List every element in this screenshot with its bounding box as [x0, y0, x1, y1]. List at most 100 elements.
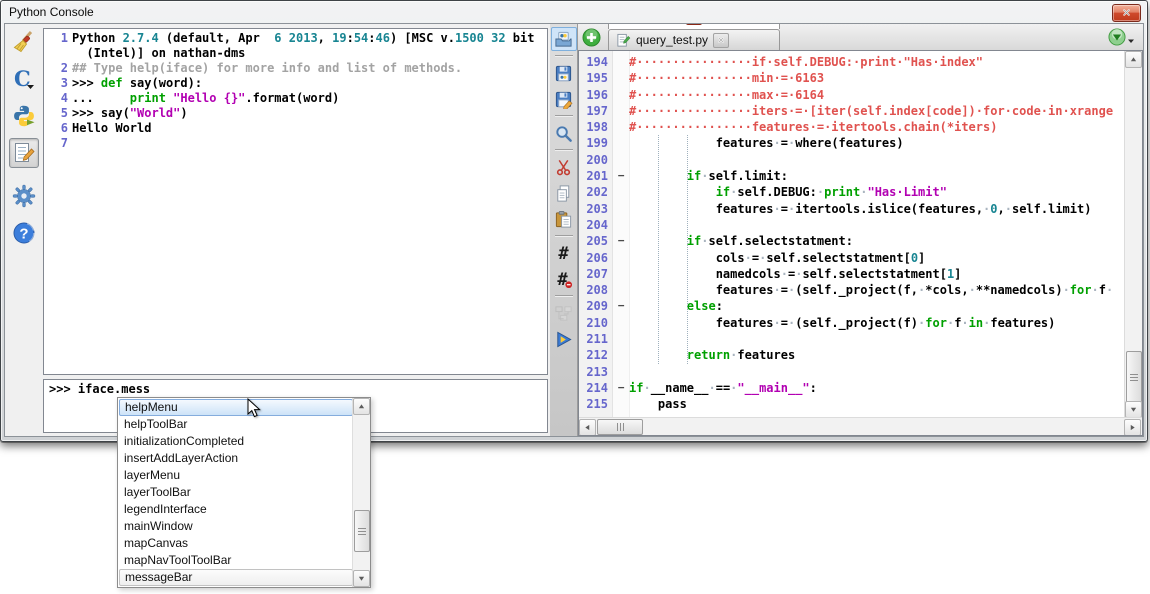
uncomment-button[interactable]: #	[551, 267, 577, 291]
editor-line: 197#················iters·=·[iter(self.i…	[579, 103, 1125, 119]
tab-list-menu-button[interactable]	[1108, 28, 1135, 46]
scroll-up-button[interactable]	[1125, 51, 1142, 68]
editor-line-text: if·self.selectstatment:	[629, 233, 853, 249]
arrow-right-icon	[1129, 424, 1136, 431]
scrollbar-thumb[interactable]	[597, 419, 643, 435]
fold-marker[interactable]: −	[613, 298, 629, 314]
console-output[interactable]: 1Python 2.7.4 (default, Apr 6 2013, 19:5…	[43, 28, 548, 375]
caret-down-icon	[1127, 37, 1135, 46]
fold-marker[interactable]: −	[613, 233, 629, 249]
autocomplete-scrollbar[interactable]	[352, 398, 370, 587]
save-script-button[interactable]	[551, 61, 577, 85]
line-number: 209	[579, 298, 613, 314]
editor-line-text: #················iters·=·[iter(self.inde…	[629, 103, 1113, 119]
editor-panel: ## property_backyard.pyquery.pyquery_tes…	[550, 24, 1143, 436]
line-number: 206	[579, 250, 613, 266]
console-line-text: Hello World	[72, 121, 151, 136]
editor-line-text: #················if·self.DEBUG:·print·"H…	[629, 54, 983, 70]
editor-line: 195#················min·=·6163	[579, 70, 1125, 86]
fold-marker[interactable]: −	[613, 380, 629, 396]
console-prompt: >>>	[49, 382, 78, 396]
help-button[interactable]: ?	[9, 218, 39, 248]
fold-marker[interactable]: −	[613, 168, 629, 184]
tab-close-button[interactable]	[686, 23, 702, 25]
editor-line: 198#················features·=·itertools…	[579, 119, 1125, 135]
arrow-left-icon	[584, 424, 591, 431]
open-script-button[interactable]	[551, 27, 577, 51]
autocomplete-item-mapCanvas[interactable]: mapCanvas	[119, 535, 353, 552]
tab-close-button[interactable]	[713, 33, 729, 48]
autocomplete-item-layerMenu[interactable]: layerMenu	[119, 467, 353, 484]
new-tab-button[interactable]	[582, 28, 601, 47]
fold-marker	[613, 250, 629, 266]
line-number: 195	[579, 70, 613, 86]
editor-line: 205− if·self.selectstatment:	[579, 233, 1125, 249]
line-number: 6	[44, 121, 72, 136]
autocomplete-item-layerToolBar[interactable]: layerToolBar	[119, 484, 353, 501]
editor-line: 212 return·features	[579, 347, 1125, 363]
tab-query_test.py[interactable]: query_test.py	[608, 29, 780, 50]
run-command-button[interactable]	[9, 101, 39, 131]
autocomplete-item-mapNavToolToolBar[interactable]: mapNavToolToolBar	[119, 552, 353, 569]
line-number: 201	[579, 168, 613, 184]
import-class-button[interactable]: C	[9, 64, 39, 94]
comment-button[interactable]: #	[551, 241, 577, 265]
paste-button[interactable]	[551, 207, 577, 231]
editor-line: 199 features·=·where(features)	[579, 135, 1125, 151]
cut-button[interactable]	[551, 155, 577, 179]
script-icon	[616, 33, 631, 48]
scroll-left-button[interactable]	[579, 419, 596, 436]
uncomment-icon: #	[554, 270, 573, 289]
copy-button[interactable]	[551, 181, 577, 205]
run-script-button[interactable]	[551, 327, 577, 351]
line-number: 210	[579, 315, 613, 331]
scroll-up-button[interactable]	[353, 398, 370, 415]
scroll-down-button[interactable]	[1125, 401, 1142, 418]
console-line-text: >>> def say(word):	[72, 76, 202, 91]
line-number: 211	[579, 331, 613, 347]
line-number: 202	[579, 184, 613, 200]
toolbar-separator	[555, 235, 573, 237]
close-button[interactable]	[1112, 4, 1141, 22]
find-text-button[interactable]	[551, 121, 577, 145]
autocomplete-item-helpToolBar[interactable]: helpToolBar	[119, 416, 353, 433]
svg-text:#: #	[558, 244, 569, 263]
line-number: 205	[579, 233, 613, 249]
scroll-right-button[interactable]	[1124, 419, 1141, 436]
editor-line-text: else:	[629, 298, 723, 314]
paste-icon	[554, 210, 573, 229]
editor-vertical-scrollbar[interactable]	[1124, 51, 1142, 418]
scrollbar-thumb[interactable]	[1126, 351, 1142, 403]
fold-marker	[613, 152, 629, 168]
autocomplete-item-helpMenu[interactable]: helpMenu	[119, 399, 353, 416]
scroll-down-button[interactable]	[353, 570, 370, 587]
code-editor[interactable]: 194#················if·self.DEBUG:·print…	[578, 50, 1143, 436]
clear-console-button[interactable]	[9, 27, 39, 57]
show-editor-button[interactable]	[9, 138, 39, 168]
line-number: 199	[579, 135, 613, 151]
editor-line: 210 features·=·(self._project(f)·for·f·i…	[579, 315, 1125, 331]
indent-guide	[658, 135, 659, 364]
line-number: 213	[579, 364, 613, 380]
tab-label: query_test.py	[636, 33, 708, 47]
autocomplete-item-insertAddLayerAction[interactable]: insertAddLayerAction	[119, 450, 353, 467]
toolbar-separator	[555, 295, 573, 297]
save-script-as-button[interactable]	[551, 87, 577, 111]
python-console-window: Python Console C? 1Python 2.7.4 (default…	[0, 0, 1148, 442]
autocomplete-item-legendInterface[interactable]: legendInterface	[119, 501, 353, 518]
editor-line: 201− if·self.limit:	[579, 168, 1125, 184]
autocomplete-item-mainWindow[interactable]: mainWindow	[119, 518, 353, 535]
line-number: 2	[44, 61, 72, 76]
autocomplete-item-initializationCompleted[interactable]: initializationCompleted	[119, 433, 353, 450]
title-bar[interactable]: Python Console	[1, 1, 1147, 22]
scrollbar-thumb[interactable]	[354, 510, 370, 552]
editor-horizontal-scrollbar[interactable]	[579, 417, 1142, 435]
toolbar-separator	[555, 115, 573, 117]
options-button[interactable]	[9, 181, 39, 211]
line-number: 3	[44, 76, 72, 91]
editor-text-area[interactable]: 194#················if·self.DEBUG:·print…	[579, 54, 1125, 418]
help-icon: ?	[12, 221, 36, 245]
fold-marker	[613, 217, 629, 233]
plus-icon	[582, 28, 601, 47]
autocomplete-item-messageBar[interactable]: messageBar	[119, 569, 353, 586]
